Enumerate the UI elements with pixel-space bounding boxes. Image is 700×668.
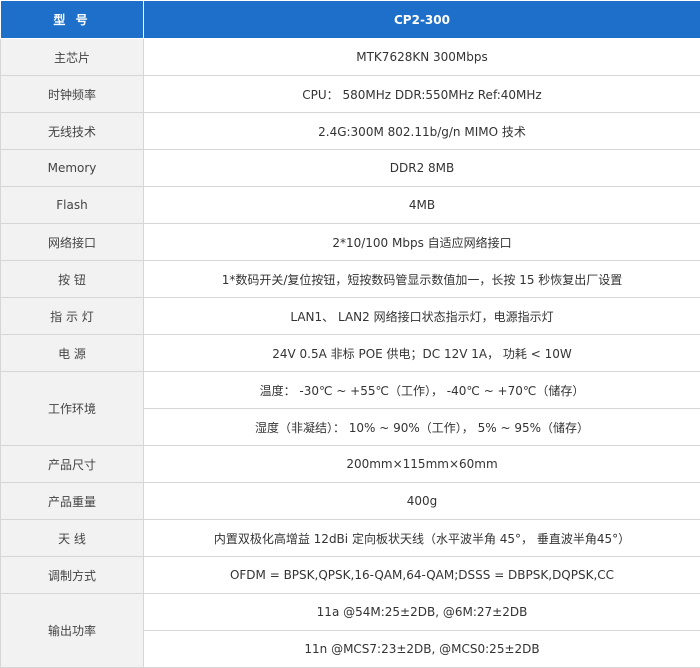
spec-value: 24V 0.5A 非标 POE 供电；DC 12V 1A， 功耗 < 10W — [144, 335, 700, 372]
table-row: 天 线内置双极化高增益 12dBi 定向板状天线（水平波半角 45°， 垂直波半… — [1, 520, 700, 557]
spec-label: 无线技术 — [1, 113, 144, 150]
spec-label: 输出功率 — [1, 594, 144, 668]
table-row: 主芯片MTK7628KN 300Mbps — [1, 39, 700, 76]
spec-label: 调制方式 — [1, 557, 144, 594]
table-row: 按 钮1*数码开关/复位按钮，短按数码管显示数值加一，长按 15 秒恢复出厂设置 — [1, 261, 700, 298]
header-label: 型 号 — [1, 1, 144, 39]
spec-label: 电 源 — [1, 335, 144, 372]
spec-label: 网络接口 — [1, 224, 144, 261]
spec-label: 天 线 — [1, 520, 144, 557]
spec-value: 1*数码开关/复位按钮，短按数码管显示数值加一，长按 15 秒恢复出厂设置 — [144, 261, 700, 298]
table-row: 电 源24V 0.5A 非标 POE 供电；DC 12V 1A， 功耗 < 10… — [1, 335, 700, 372]
spec-table: 型 号 CP2-300 主芯片MTK7628KN 300Mbps时钟频率CPU：… — [0, 0, 700, 668]
spec-value: 4MB — [144, 187, 700, 224]
table-row: 产品尺寸200mm×115mm×60mm — [1, 446, 700, 483]
table-row: 网络接口2*10/100 Mbps 自适应网络接口 — [1, 224, 700, 261]
table-row: MemoryDDR2 8MB — [1, 150, 700, 187]
spec-value: 内置双极化高增益 12dBi 定向板状天线（水平波半角 45°， 垂直波半角45… — [144, 520, 700, 557]
table-row: 调制方式OFDM = BPSK,QPSK,16-QAM,64-QAM;DSSS … — [1, 557, 700, 594]
spec-value: CPU： 580MHz DDR:550MHz Ref:40MHz — [144, 76, 700, 113]
spec-value: 400g — [144, 483, 700, 520]
spec-label: 工作环境 — [1, 372, 144, 446]
spec-value: 200mm×115mm×60mm — [144, 446, 700, 483]
spec-value: 温度： -30℃ ~ +55℃（工作）， -40℃ ~ +70℃（储存） — [144, 372, 700, 409]
spec-label: Memory — [1, 150, 144, 187]
spec-label: 指 示 灯 — [1, 298, 144, 335]
table-row: 无线技术2.4G:300M 802.11b/g/n MIMO 技术 — [1, 113, 700, 150]
header-model: CP2-300 — [144, 1, 700, 39]
spec-label: 按 钮 — [1, 261, 144, 298]
spec-value: 2.4G:300M 802.11b/g/n MIMO 技术 — [144, 113, 700, 150]
table-row: 输出功率11a @54M:25±2DB, @6M:27±2DB — [1, 594, 700, 631]
table-row: 指 示 灯LAN1、 LAN2 网络接口状态指示灯，电源指示灯 — [1, 298, 700, 335]
table-row: 时钟频率CPU： 580MHz DDR:550MHz Ref:40MHz — [1, 76, 700, 113]
spec-label: 产品重量 — [1, 483, 144, 520]
spec-value: LAN1、 LAN2 网络接口状态指示灯，电源指示灯 — [144, 298, 700, 335]
table-row: 工作环境温度： -30℃ ~ +55℃（工作）， -40℃ ~ +70℃（储存） — [1, 372, 700, 409]
spec-label: 产品尺寸 — [1, 446, 144, 483]
table-row: Flash4MB — [1, 187, 700, 224]
spec-value: 湿度（非凝结）： 10% ~ 90%（工作）， 5% ~ 95%（储存） — [144, 409, 700, 446]
spec-value: OFDM = BPSK,QPSK,16-QAM,64-QAM;DSSS = DB… — [144, 557, 700, 594]
spec-value: 11n @MCS7:23±2DB, @MCS0:25±2DB — [144, 631, 700, 668]
spec-value: 11a @54M:25±2DB, @6M:27±2DB — [144, 594, 700, 631]
spec-label: Flash — [1, 187, 144, 224]
spec-value: MTK7628KN 300Mbps — [144, 39, 700, 76]
table-row: 产品重量400g — [1, 483, 700, 520]
spec-label: 主芯片 — [1, 39, 144, 76]
spec-value: 2*10/100 Mbps 自适应网络接口 — [144, 224, 700, 261]
header-row: 型 号 CP2-300 — [1, 1, 700, 39]
spec-label: 时钟频率 — [1, 76, 144, 113]
spec-body: 主芯片MTK7628KN 300Mbps时钟频率CPU： 580MHz DDR:… — [1, 39, 700, 668]
spec-value: DDR2 8MB — [144, 150, 700, 187]
